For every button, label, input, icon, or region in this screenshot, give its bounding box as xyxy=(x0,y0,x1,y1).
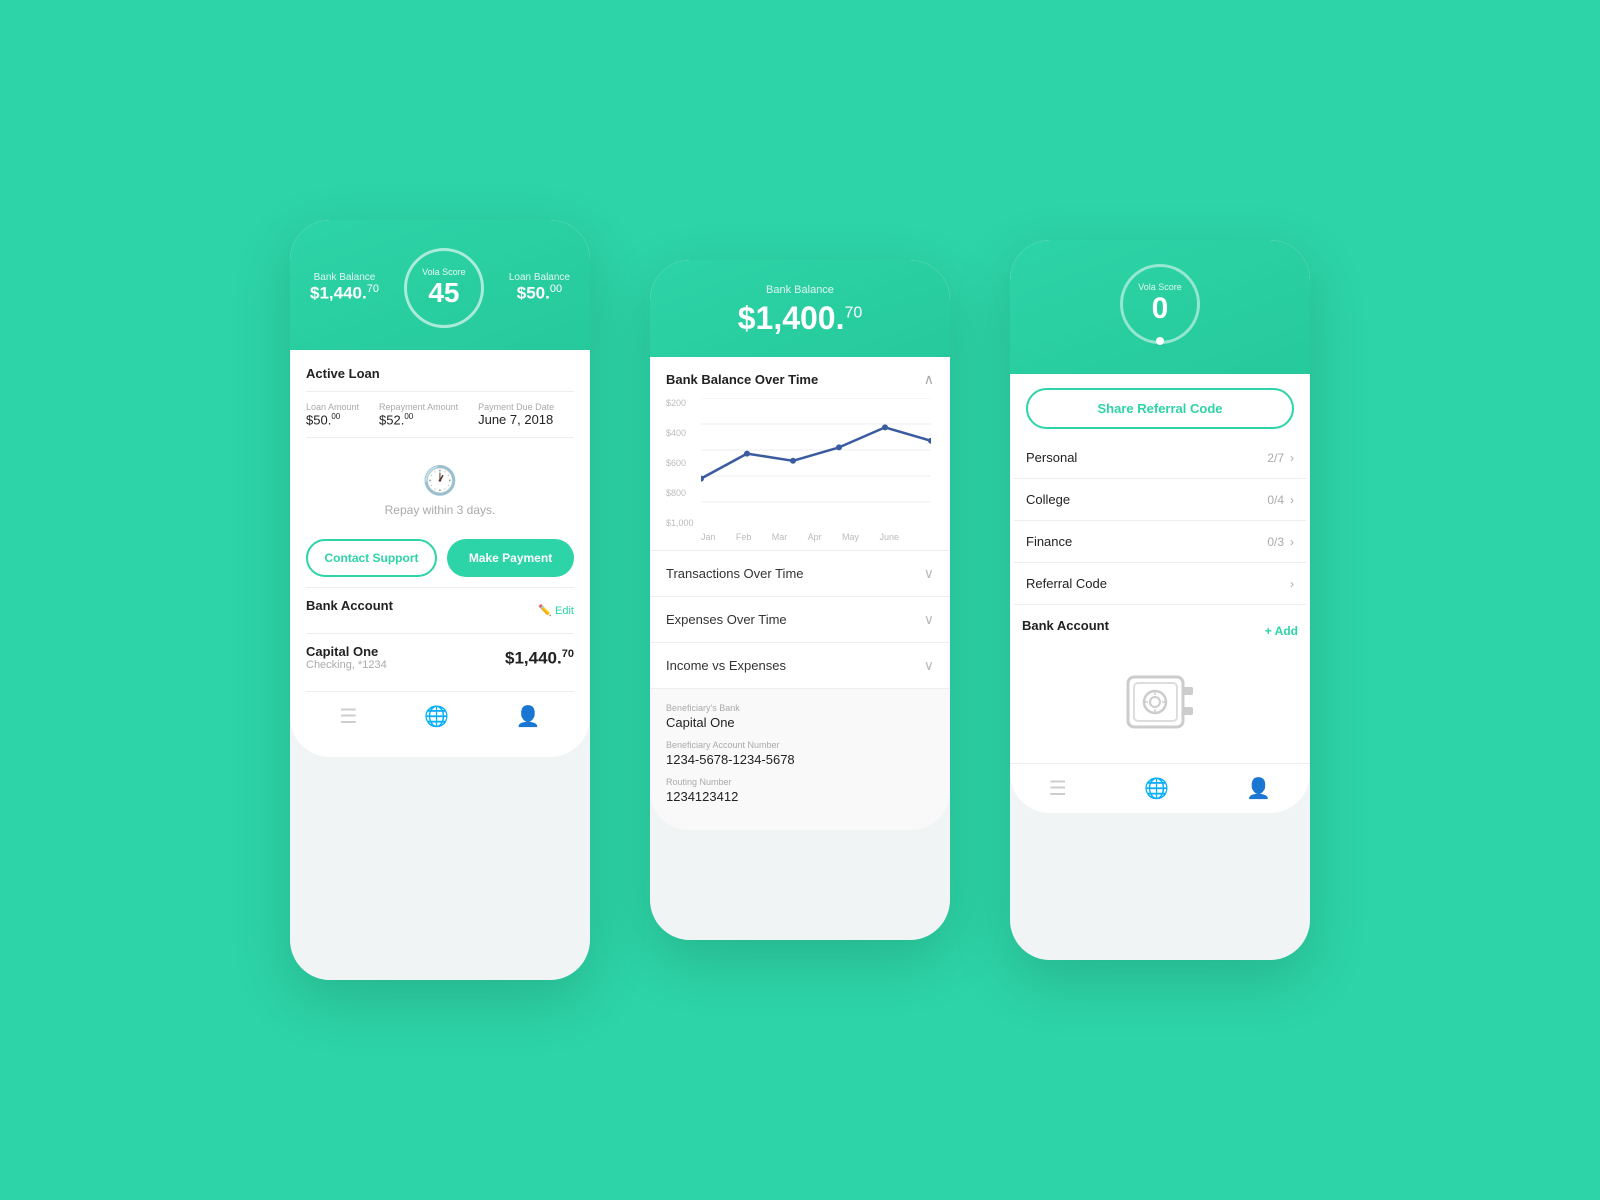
bank-balance-amount: $1,440.70 xyxy=(310,283,379,304)
beneficiary-bank-label: Beneficiary's Bank xyxy=(666,703,934,713)
chevron-down-icon-3: ∨ xyxy=(924,657,934,674)
p3-vola-score-circle: Vola Score 0 xyxy=(1120,264,1200,344)
due-date-field: Payment Due Date June 7, 2018 xyxy=(478,402,554,427)
bottom-nav: ☰ 🌐 👤 xyxy=(306,691,574,741)
chevron-right-icon-4: › xyxy=(1290,577,1294,591)
nav-globe-icon[interactable]: 🌐 xyxy=(424,704,449,729)
edit-button[interactable]: ✏️ Edit xyxy=(538,604,574,617)
clock-icon: 🕐 xyxy=(306,464,574,497)
bank-account-header-row: Bank Account ✏️ Edit xyxy=(306,598,574,623)
p3-bottom-nav: ☰ 🌐 👤 xyxy=(1010,763,1310,813)
bank-balance-chart-section: Bank Balance Over Time ∧ $1,000 $800 $60… xyxy=(650,357,950,550)
phone-2: Bank Balance $1,400.70 Bank Balance Over… xyxy=(650,260,950,940)
loan-balance-block: Loan Balance $50.00 xyxy=(509,272,570,304)
personal-label: Personal xyxy=(1026,450,1077,465)
bank-balance-label: Bank Balance xyxy=(310,272,379,283)
bank-balance-block: Bank Balance $1,440.70 xyxy=(310,272,379,304)
nav-user-icon[interactable]: 👤 xyxy=(516,704,541,729)
routing-number-value: 1234123412 xyxy=(666,789,934,804)
routing-number-label: Routing Number xyxy=(666,777,934,787)
y-axis-labels: $1,000 $800 $600 $400 $200 xyxy=(666,398,694,528)
account-number-value: 1234-5678-1234-5678 xyxy=(666,752,934,767)
loan-details-row: Loan Amount $50.00 Repayment Amount $52.… xyxy=(306,402,574,427)
expenses-label: Expenses Over Time xyxy=(666,612,787,627)
personal-row[interactable]: Personal 2/7 › xyxy=(1014,437,1306,479)
college-right: 0/4 › xyxy=(1267,493,1294,507)
bank-name: Capital One xyxy=(306,644,387,659)
chevron-down-icon: ∨ xyxy=(924,565,934,582)
profile-section: Personal 2/7 › College 0/4 › Finance 0/3… xyxy=(1010,437,1310,605)
repayment-amount-field: Repayment Amount $52.00 xyxy=(379,402,458,427)
phone1-header: Bank Balance $1,440.70 Vola Score 45 Loa… xyxy=(290,220,590,350)
phone3-header: Vola Score 0 xyxy=(1010,240,1310,374)
referral-code-label: Referral Code xyxy=(1026,576,1107,591)
bank-account-title: Bank Account xyxy=(306,598,393,613)
chart-area: $1,000 $800 $600 $400 $200 xyxy=(666,398,934,528)
p3-score-label: Vola Score xyxy=(1138,282,1182,292)
x-axis-labels: Jan Feb Mar Apr May June xyxy=(666,528,934,542)
phone-3: Vola Score 0 Share Referral Code Persona… xyxy=(1010,240,1310,960)
p3-nav-user-icon[interactable]: 👤 xyxy=(1246,776,1271,801)
share-referral-button[interactable]: Share Referral Code xyxy=(1026,388,1294,429)
chevron-right-icon-2: › xyxy=(1290,493,1294,507)
transactions-label: Transactions Over Time xyxy=(666,566,804,581)
p3-nav-globe-icon[interactable]: 🌐 xyxy=(1144,776,1169,801)
beneficiary-bank-value: Capital One xyxy=(666,715,934,730)
share-btn-wrapper: Share Referral Code xyxy=(1010,374,1310,437)
phone2-header: Bank Balance $1,400.70 xyxy=(650,260,950,357)
referral-code-right: › xyxy=(1290,577,1294,591)
p2-balance-label: Bank Balance xyxy=(670,284,930,296)
bank-row: Capital One Checking, *1234 $1,440.70 xyxy=(306,644,574,671)
college-row[interactable]: College 0/4 › xyxy=(1014,479,1306,521)
loan-amount-field: Loan Amount $50.00 xyxy=(306,402,359,427)
expenses-accordion[interactable]: Expenses Over Time ∨ xyxy=(650,596,950,642)
income-label: Income vs Expenses xyxy=(666,658,786,673)
make-payment-button[interactable]: Make Payment xyxy=(447,539,574,577)
account-number-label: Beneficiary Account Number xyxy=(666,740,934,750)
contact-support-button[interactable]: Contact Support xyxy=(306,539,437,577)
action-buttons: Contact Support Make Payment xyxy=(306,539,574,577)
chevron-right-icon: › xyxy=(1290,451,1294,465)
finance-row[interactable]: Finance 0/3 › xyxy=(1014,521,1306,563)
finance-label: Finance xyxy=(1026,534,1072,549)
phone-1: Bank Balance $1,440.70 Vola Score 45 Loa… xyxy=(290,220,590,980)
income-accordion[interactable]: Income vs Expenses ∨ xyxy=(650,642,950,688)
referral-code-row[interactable]: Referral Code › xyxy=(1014,563,1306,605)
bank-account-section-header: Bank Account + Add xyxy=(1010,605,1310,649)
add-bank-button[interactable]: + Add xyxy=(1265,624,1298,638)
nav-list-icon[interactable]: ☰ xyxy=(339,704,357,729)
transactions-accordion[interactable]: Transactions Over Time ∨ xyxy=(650,550,950,596)
bank-account-section-title: Bank Account xyxy=(1022,618,1109,633)
score-dot xyxy=(1156,337,1164,345)
phone2-body: Bank Balance Over Time ∧ $1,000 $800 $60… xyxy=(650,357,950,830)
p2-balance-amount: $1,400.70 xyxy=(670,300,930,337)
repay-section: 🕐 Repay within 3 days. xyxy=(306,448,574,529)
chevron-down-icon-2: ∨ xyxy=(924,611,934,628)
chart-title: Bank Balance Over Time xyxy=(666,372,818,387)
personal-right: 2/7 › xyxy=(1267,451,1294,465)
p3-score-value: 0 xyxy=(1152,292,1169,326)
loan-balance-amount: $50.00 xyxy=(509,283,570,304)
line-chart-svg xyxy=(701,398,931,528)
bank-info-section: Beneficiary's Bank Capital One Beneficia… xyxy=(650,688,950,830)
safe-icon xyxy=(1010,649,1310,763)
repay-text: Repay within 3 days. xyxy=(306,503,574,517)
loan-balance-label: Loan Balance xyxy=(509,272,570,283)
score-label: Vola Score xyxy=(422,267,466,277)
college-label: College xyxy=(1026,492,1070,507)
p3-nav-list-icon[interactable]: ☰ xyxy=(1049,776,1067,801)
chevron-right-icon-3: › xyxy=(1290,535,1294,549)
phone1-body: Active Loan Loan Amount $50.00 Repayment… xyxy=(290,350,590,757)
vola-score-circle: Vola Score 45 xyxy=(404,248,484,328)
bank-sub: Checking, *1234 xyxy=(306,659,387,671)
chevron-up-icon[interactable]: ∧ xyxy=(924,371,934,388)
edit-icon: ✏️ xyxy=(538,604,552,617)
phone3-body: Share Referral Code Personal 2/7 › Colle… xyxy=(1010,374,1310,813)
active-loan-title: Active Loan xyxy=(306,366,574,381)
score-value: 45 xyxy=(428,277,459,309)
chart-header: Bank Balance Over Time ∧ xyxy=(666,371,934,388)
bank-amount: $1,440.70 xyxy=(505,648,574,669)
finance-right: 0/3 › xyxy=(1267,535,1294,549)
